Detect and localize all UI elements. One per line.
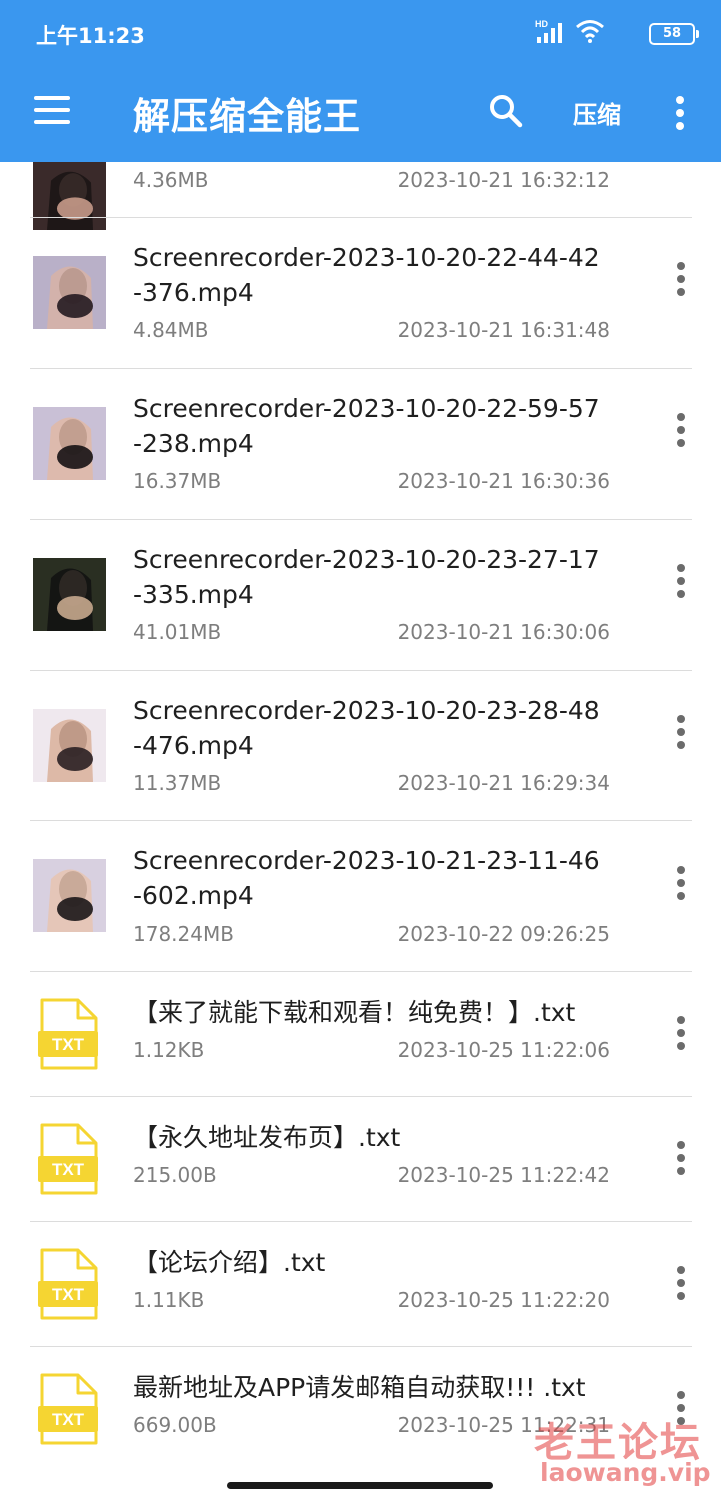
more-vertical-icon[interactable] <box>675 96 685 130</box>
file-name: Screenrecorder-2023-10-20-23-27-17-335.m… <box>133 545 600 609</box>
status-time: 上午11:23 <box>36 24 145 48</box>
file-size: 41.01MB <box>133 620 222 644</box>
video-thumbnail-image <box>33 407 106 480</box>
more-vertical-icon[interactable] <box>676 1141 686 1180</box>
more-vertical-icon[interactable] <box>676 262 686 301</box>
divider <box>30 1221 692 1222</box>
file-date: 2023-10-21 16:30:36 <box>397 469 610 493</box>
file-date: 2023-10-25 11:22:06 <box>397 1038 610 1062</box>
video-thumbnail-image <box>33 709 106 782</box>
file-name: 【论坛介绍】.txt <box>133 1248 326 1277</box>
menu-icon[interactable] <box>34 96 70 124</box>
file-date: 2023-10-25 11:22:42 <box>397 1163 610 1187</box>
file-size: 4.36MB <box>133 168 209 192</box>
video-thumbnail <box>33 859 106 932</box>
file-name: 最新地址及APP请发邮箱自动获取!!! .txt <box>133 1373 586 1402</box>
file-date: 2023-10-22 09:26:25 <box>397 922 610 946</box>
txt-file-icon: TXT <box>38 1373 100 1445</box>
txt-file-icon: TXT <box>38 998 100 1070</box>
file-size: 178.24MB <box>133 922 234 946</box>
video-thumbnail-image <box>33 558 106 631</box>
txt-icon-label: TXT <box>52 1410 85 1429</box>
divider <box>30 1346 692 1347</box>
divider <box>30 217 692 218</box>
video-thumbnail-image <box>33 256 106 329</box>
txt-icon-label: TXT <box>52 1035 85 1054</box>
divider <box>30 670 692 671</box>
file-size: 215.00B <box>133 1163 217 1187</box>
divider <box>30 971 692 972</box>
video-thumbnail <box>33 558 106 631</box>
video-thumbnail-image <box>33 859 106 932</box>
app-bar: 上午11:23 HD 58 解压缩全能王 压缩 <box>0 0 721 162</box>
file-size: 4.84MB <box>133 318 209 342</box>
txt-file-icon: TXT <box>38 1123 100 1195</box>
file-name: 【永久地址发布页】.txt <box>133 1123 401 1152</box>
watermark-url: laowang.vip <box>540 1458 711 1487</box>
app-title: 解压缩全能王 <box>133 95 361 138</box>
file-name: Screenrecorder-2023-10-20-22-44-42-376.m… <box>133 243 600 307</box>
home-indicator[interactable] <box>227 1482 493 1489</box>
network-label: HD <box>535 19 548 29</box>
video-thumbnail <box>33 407 106 480</box>
signal-icon: HD <box>535 19 562 43</box>
file-size: 11.37MB <box>133 771 222 795</box>
file-size: 1.11KB <box>133 1288 205 1312</box>
file-date: 2023-10-21 16:29:34 <box>397 771 610 795</box>
video-thumbnail <box>33 256 106 329</box>
video-thumbnail <box>33 709 106 782</box>
file-size: 669.00B <box>133 1413 217 1437</box>
file-name: Screenrecorder-2023-10-21-23-11-46-602.m… <box>133 846 600 910</box>
video-thumbnail-image <box>33 162 106 230</box>
more-vertical-icon[interactable] <box>676 413 686 452</box>
divider <box>30 820 692 821</box>
file-size: 16.37MB <box>133 469 222 493</box>
file-date: 2023-10-21 16:31:48 <box>397 318 610 342</box>
file-name: Screenrecorder-2023-10-20-23-28-48-476.m… <box>133 696 600 760</box>
divider <box>30 368 692 369</box>
more-vertical-icon[interactable] <box>676 1016 686 1055</box>
more-vertical-icon[interactable] <box>676 715 686 754</box>
more-vertical-icon[interactable] <box>676 564 686 603</box>
compress-button[interactable]: 压缩 <box>573 95 621 130</box>
file-size: 1.12KB <box>133 1038 205 1062</box>
txt-file-icon: TXT <box>38 1248 100 1320</box>
search-icon[interactable] <box>488 93 524 129</box>
file-date: 2023-10-21 16:30:06 <box>397 620 610 644</box>
video-thumbnail <box>33 162 106 230</box>
txt-icon-label: TXT <box>52 1160 85 1179</box>
txt-icon-label: TXT <box>52 1285 85 1304</box>
file-name: Screenrecorder-2023-10-20-22-59-57-238.m… <box>133 394 600 458</box>
file-date: 2023-10-21 16:32:12 <box>397 168 610 192</box>
divider <box>30 1096 692 1097</box>
more-vertical-icon[interactable] <box>676 866 686 905</box>
file-date: 2023-10-25 11:22:20 <box>397 1288 610 1312</box>
status-icons: HD 58 <box>535 19 699 47</box>
wifi-icon <box>576 20 604 43</box>
more-vertical-icon[interactable] <box>676 1266 686 1305</box>
file-name: 【来了就能下载和观看！纯免费！】.txt <box>133 998 576 1027</box>
divider <box>30 519 692 520</box>
battery-icon: 58 <box>649 23 699 45</box>
